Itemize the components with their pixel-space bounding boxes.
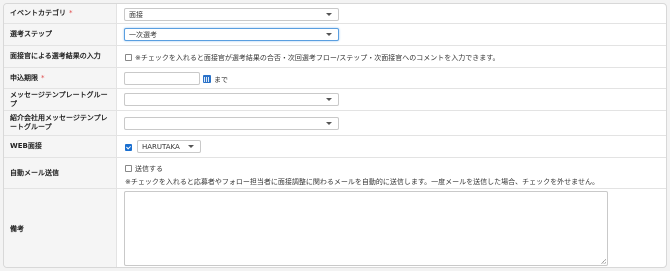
remarks-textarea[interactable] bbox=[124, 191, 608, 266]
auto-mail-note: ※チェックを入れると応募者やフォロー担当者に面接調整に関わるメールを自動的に送信… bbox=[125, 178, 599, 186]
resize-handle-icon[interactable] bbox=[601, 259, 606, 264]
chevron-down-icon bbox=[326, 13, 332, 16]
label-web-interview: WEB面接 bbox=[4, 136, 117, 157]
row-selection-step: 選考ステップ 一次選考 bbox=[4, 24, 666, 46]
chevron-down-icon bbox=[188, 145, 194, 148]
deadline-suffix: まで bbox=[214, 76, 228, 84]
deadline-date-input[interactable] bbox=[124, 72, 200, 85]
label-interviewer-result: 面接官による選考結果の入力 bbox=[4, 46, 117, 67]
interviewer-result-note: ※チェックを入れると面接官が選考結果の合否・次回選考フロー/ステップ・次面接官へ… bbox=[135, 54, 500, 62]
label-auto-mail: 自動メール送信 bbox=[4, 158, 117, 188]
row-deadline: 申込期限 * まで bbox=[4, 68, 666, 89]
chevron-down-icon bbox=[326, 33, 332, 36]
row-event-category: イベントカテゴリ * 面接 bbox=[4, 4, 666, 24]
required-mark: * bbox=[41, 73, 45, 82]
row-auto-mail: 自動メール送信 送信する ※チェックを入れると応募者やフォロー担当者に面接調整に… bbox=[4, 158, 666, 189]
label-deadline: 申込期限 * bbox=[4, 68, 117, 88]
auto-mail-checkbox-label[interactable]: 送信する bbox=[135, 164, 163, 174]
row-message-template-group: メッセージテンプレートグループ bbox=[4, 89, 666, 111]
row-web-interview: WEB面接 HARUTAKA bbox=[4, 136, 666, 158]
label-remarks: 備考 bbox=[4, 189, 117, 267]
row-interviewer-result: 面接官による選考結果の入力 ※チェックを入れると面接官が選考結果の合否・次回選考… bbox=[4, 46, 666, 68]
agency-template-group-select[interactable] bbox=[124, 117, 339, 130]
event-form: イベントカテゴリ * 面接 選考ステップ 一次選考 面接官による選考結果の入力 ※… bbox=[3, 3, 667, 268]
interviewer-result-checkbox[interactable] bbox=[125, 54, 132, 61]
calendar-icon[interactable] bbox=[203, 75, 211, 83]
web-interview-tool-select[interactable]: HARUTAKA bbox=[137, 140, 201, 153]
selection-step-select[interactable]: 一次選考 bbox=[124, 28, 339, 41]
auto-mail-checkbox[interactable] bbox=[125, 165, 132, 172]
label-agency-template-group: 紹介会社用メッセージテンプレートグループ bbox=[4, 111, 117, 135]
web-interview-checkbox[interactable] bbox=[125, 144, 132, 151]
required-mark: * bbox=[69, 9, 73, 17]
label-event-category: イベントカテゴリ * bbox=[4, 4, 117, 23]
event-category-select[interactable]: 面接 bbox=[124, 8, 339, 21]
chevron-down-icon bbox=[326, 122, 332, 125]
label-selection-step: 選考ステップ bbox=[4, 24, 117, 45]
chevron-down-icon bbox=[326, 98, 332, 101]
message-template-group-select[interactable] bbox=[124, 93, 339, 106]
row-agency-template-group: 紹介会社用メッセージテンプレートグループ bbox=[4, 111, 666, 136]
label-message-template-group: メッセージテンプレートグループ bbox=[4, 89, 117, 110]
row-remarks: 備考 bbox=[4, 189, 666, 267]
